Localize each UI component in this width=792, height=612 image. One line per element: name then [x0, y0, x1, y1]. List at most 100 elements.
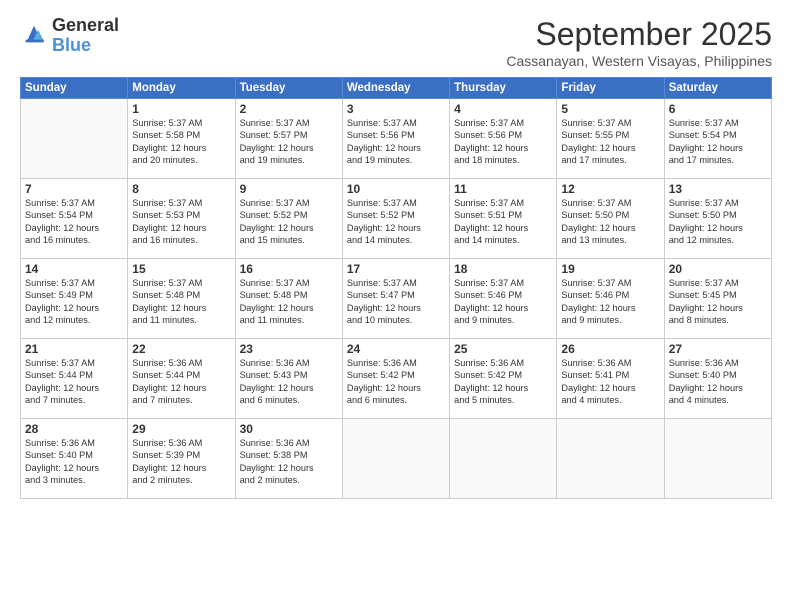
calendar-cell: 14Sunrise: 5:37 AMSunset: 5:49 PMDayligh… [21, 259, 128, 339]
weekday-header-tuesday: Tuesday [235, 78, 342, 99]
calendar-cell: 8Sunrise: 5:37 AMSunset: 5:53 PMDaylight… [128, 179, 235, 259]
calendar-cell: 4Sunrise: 5:37 AMSunset: 5:56 PMDaylight… [450, 99, 557, 179]
day-number: 14 [25, 262, 123, 276]
calendar-cell: 12Sunrise: 5:37 AMSunset: 5:50 PMDayligh… [557, 179, 664, 259]
day-info: Sunrise: 5:37 AMSunset: 5:51 PMDaylight:… [454, 197, 552, 247]
calendar-week-5: 28Sunrise: 5:36 AMSunset: 5:40 PMDayligh… [21, 419, 772, 499]
day-number: 26 [561, 342, 659, 356]
day-info: Sunrise: 5:37 AMSunset: 5:56 PMDaylight:… [347, 117, 445, 167]
day-info: Sunrise: 5:37 AMSunset: 5:54 PMDaylight:… [25, 197, 123, 247]
calendar-week-1: 1Sunrise: 5:37 AMSunset: 5:58 PMDaylight… [21, 99, 772, 179]
day-number: 1 [132, 102, 230, 116]
day-number: 11 [454, 182, 552, 196]
calendar: SundayMondayTuesdayWednesdayThursdayFrid… [20, 77, 772, 499]
month-title: September 2025 [506, 16, 772, 53]
calendar-cell: 24Sunrise: 5:36 AMSunset: 5:42 PMDayligh… [342, 339, 449, 419]
day-number: 8 [132, 182, 230, 196]
day-number: 16 [240, 262, 338, 276]
calendar-cell: 6Sunrise: 5:37 AMSunset: 5:54 PMDaylight… [664, 99, 771, 179]
weekday-header-monday: Monday [128, 78, 235, 99]
day-info: Sunrise: 5:36 AMSunset: 5:42 PMDaylight:… [454, 357, 552, 407]
calendar-cell [557, 419, 664, 499]
day-info: Sunrise: 5:37 AMSunset: 5:48 PMDaylight:… [132, 277, 230, 327]
day-info: Sunrise: 5:37 AMSunset: 5:58 PMDaylight:… [132, 117, 230, 167]
logo-blue: Blue [52, 36, 119, 56]
calendar-week-4: 21Sunrise: 5:37 AMSunset: 5:44 PMDayligh… [21, 339, 772, 419]
day-number: 5 [561, 102, 659, 116]
day-number: 6 [669, 102, 767, 116]
calendar-cell: 2Sunrise: 5:37 AMSunset: 5:57 PMDaylight… [235, 99, 342, 179]
weekday-header-friday: Friday [557, 78, 664, 99]
day-info: Sunrise: 5:36 AMSunset: 5:40 PMDaylight:… [669, 357, 767, 407]
day-info: Sunrise: 5:36 AMSunset: 5:38 PMDaylight:… [240, 437, 338, 487]
calendar-cell: 11Sunrise: 5:37 AMSunset: 5:51 PMDayligh… [450, 179, 557, 259]
day-info: Sunrise: 5:37 AMSunset: 5:44 PMDaylight:… [25, 357, 123, 407]
day-info: Sunrise: 5:36 AMSunset: 5:42 PMDaylight:… [347, 357, 445, 407]
day-info: Sunrise: 5:37 AMSunset: 5:53 PMDaylight:… [132, 197, 230, 247]
day-number: 13 [669, 182, 767, 196]
calendar-cell: 3Sunrise: 5:37 AMSunset: 5:56 PMDaylight… [342, 99, 449, 179]
weekday-row: SundayMondayTuesdayWednesdayThursdayFrid… [21, 78, 772, 99]
logo: General Blue [20, 16, 119, 56]
day-info: Sunrise: 5:37 AMSunset: 5:52 PMDaylight:… [240, 197, 338, 247]
day-number: 21 [25, 342, 123, 356]
day-info: Sunrise: 5:37 AMSunset: 5:48 PMDaylight:… [240, 277, 338, 327]
calendar-cell: 18Sunrise: 5:37 AMSunset: 5:46 PMDayligh… [450, 259, 557, 339]
calendar-cell: 17Sunrise: 5:37 AMSunset: 5:47 PMDayligh… [342, 259, 449, 339]
day-number: 27 [669, 342, 767, 356]
calendar-cell: 22Sunrise: 5:36 AMSunset: 5:44 PMDayligh… [128, 339, 235, 419]
calendar-cell: 27Sunrise: 5:36 AMSunset: 5:40 PMDayligh… [664, 339, 771, 419]
calendar-cell: 7Sunrise: 5:37 AMSunset: 5:54 PMDaylight… [21, 179, 128, 259]
day-number: 4 [454, 102, 552, 116]
day-number: 22 [132, 342, 230, 356]
day-info: Sunrise: 5:37 AMSunset: 5:49 PMDaylight:… [25, 277, 123, 327]
logo-text: General Blue [52, 16, 119, 56]
day-number: 12 [561, 182, 659, 196]
day-number: 25 [454, 342, 552, 356]
calendar-week-3: 14Sunrise: 5:37 AMSunset: 5:49 PMDayligh… [21, 259, 772, 339]
calendar-cell: 20Sunrise: 5:37 AMSunset: 5:45 PMDayligh… [664, 259, 771, 339]
day-info: Sunrise: 5:37 AMSunset: 5:56 PMDaylight:… [454, 117, 552, 167]
day-number: 9 [240, 182, 338, 196]
day-info: Sunrise: 5:36 AMSunset: 5:40 PMDaylight:… [25, 437, 123, 487]
day-info: Sunrise: 5:37 AMSunset: 5:46 PMDaylight:… [561, 277, 659, 327]
calendar-cell: 30Sunrise: 5:36 AMSunset: 5:38 PMDayligh… [235, 419, 342, 499]
calendar-header: SundayMondayTuesdayWednesdayThursdayFrid… [21, 78, 772, 99]
calendar-cell [664, 419, 771, 499]
calendar-cell: 9Sunrise: 5:37 AMSunset: 5:52 PMDaylight… [235, 179, 342, 259]
day-info: Sunrise: 5:36 AMSunset: 5:44 PMDaylight:… [132, 357, 230, 407]
calendar-cell [21, 99, 128, 179]
day-number: 30 [240, 422, 338, 436]
calendar-body: 1Sunrise: 5:37 AMSunset: 5:58 PMDaylight… [21, 99, 772, 499]
calendar-cell: 10Sunrise: 5:37 AMSunset: 5:52 PMDayligh… [342, 179, 449, 259]
day-number: 17 [347, 262, 445, 276]
weekday-header-sunday: Sunday [21, 78, 128, 99]
calendar-cell: 23Sunrise: 5:36 AMSunset: 5:43 PMDayligh… [235, 339, 342, 419]
calendar-cell: 21Sunrise: 5:37 AMSunset: 5:44 PMDayligh… [21, 339, 128, 419]
weekday-header-thursday: Thursday [450, 78, 557, 99]
weekday-header-wednesday: Wednesday [342, 78, 449, 99]
header: General Blue September 2025 Cassanayan, … [20, 16, 772, 69]
calendar-cell [450, 419, 557, 499]
title-block: September 2025 Cassanayan, Western Visay… [506, 16, 772, 69]
day-number: 18 [454, 262, 552, 276]
logo-icon [20, 20, 48, 48]
calendar-cell: 29Sunrise: 5:36 AMSunset: 5:39 PMDayligh… [128, 419, 235, 499]
weekday-header-saturday: Saturday [664, 78, 771, 99]
day-info: Sunrise: 5:37 AMSunset: 5:47 PMDaylight:… [347, 277, 445, 327]
day-info: Sunrise: 5:37 AMSunset: 5:45 PMDaylight:… [669, 277, 767, 327]
calendar-cell: 1Sunrise: 5:37 AMSunset: 5:58 PMDaylight… [128, 99, 235, 179]
day-number: 20 [669, 262, 767, 276]
day-number: 28 [25, 422, 123, 436]
location-subtitle: Cassanayan, Western Visayas, Philippines [506, 53, 772, 69]
day-number: 10 [347, 182, 445, 196]
day-number: 29 [132, 422, 230, 436]
calendar-cell: 15Sunrise: 5:37 AMSunset: 5:48 PMDayligh… [128, 259, 235, 339]
day-info: Sunrise: 5:37 AMSunset: 5:46 PMDaylight:… [454, 277, 552, 327]
day-number: 15 [132, 262, 230, 276]
calendar-cell: 16Sunrise: 5:37 AMSunset: 5:48 PMDayligh… [235, 259, 342, 339]
day-number: 23 [240, 342, 338, 356]
day-number: 24 [347, 342, 445, 356]
day-info: Sunrise: 5:37 AMSunset: 5:57 PMDaylight:… [240, 117, 338, 167]
day-info: Sunrise: 5:37 AMSunset: 5:52 PMDaylight:… [347, 197, 445, 247]
